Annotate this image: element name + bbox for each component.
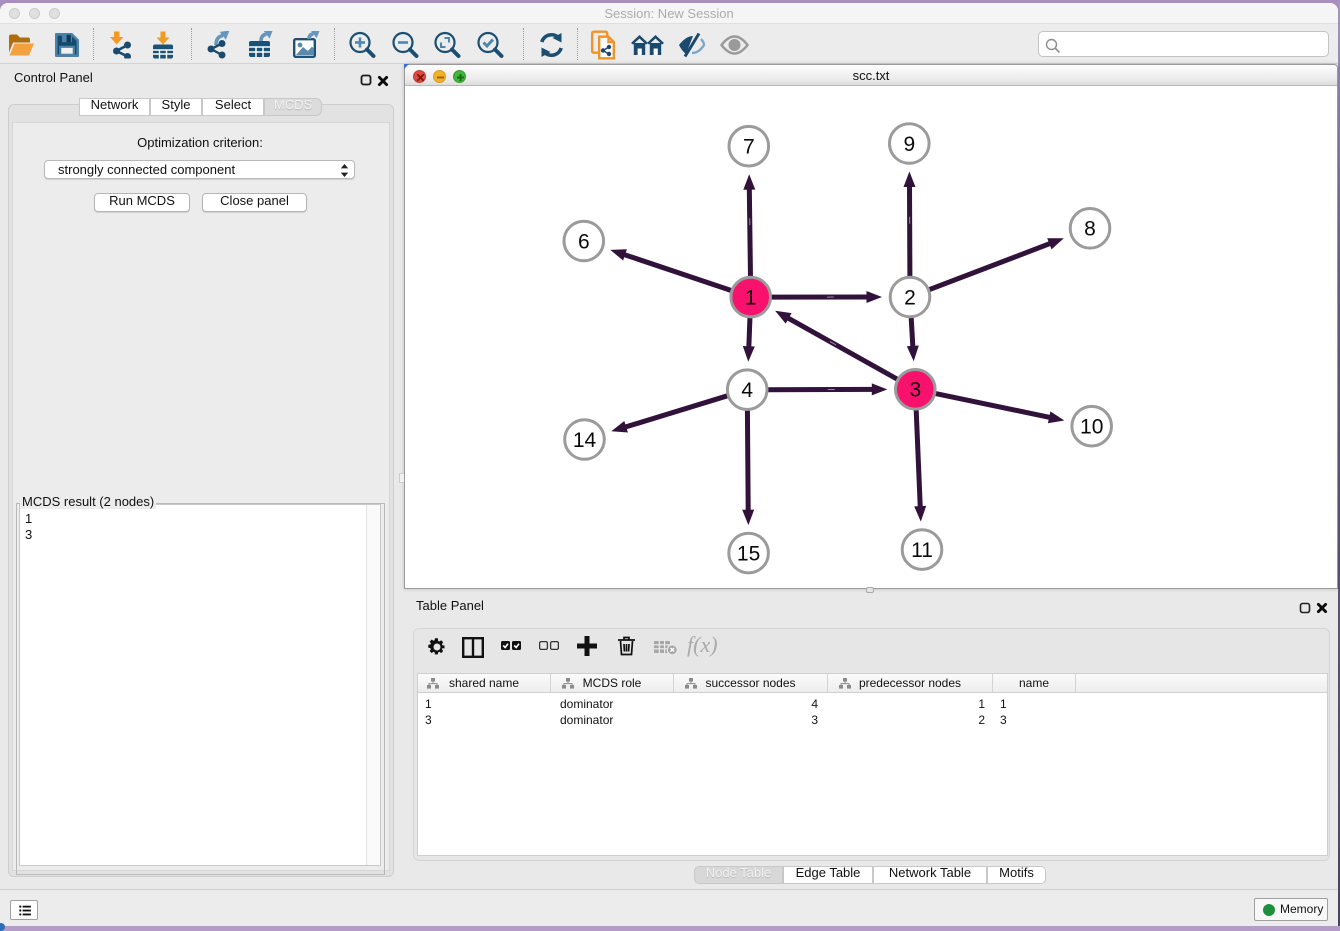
svg-text:6: 6	[578, 230, 590, 253]
svg-text:7: 7	[743, 136, 755, 159]
svg-text:2: 2	[904, 286, 916, 309]
svg-text:11: 11	[911, 539, 933, 562]
svg-text:1: 1	[745, 286, 757, 309]
svg-text:4: 4	[741, 379, 753, 402]
svg-text:10: 10	[1080, 416, 1103, 439]
svg-text:14: 14	[573, 429, 597, 452]
svg-text:9: 9	[903, 133, 915, 156]
svg-text:3: 3	[909, 379, 921, 402]
svg-text:15: 15	[737, 542, 760, 565]
svg-text:8: 8	[1084, 218, 1096, 241]
